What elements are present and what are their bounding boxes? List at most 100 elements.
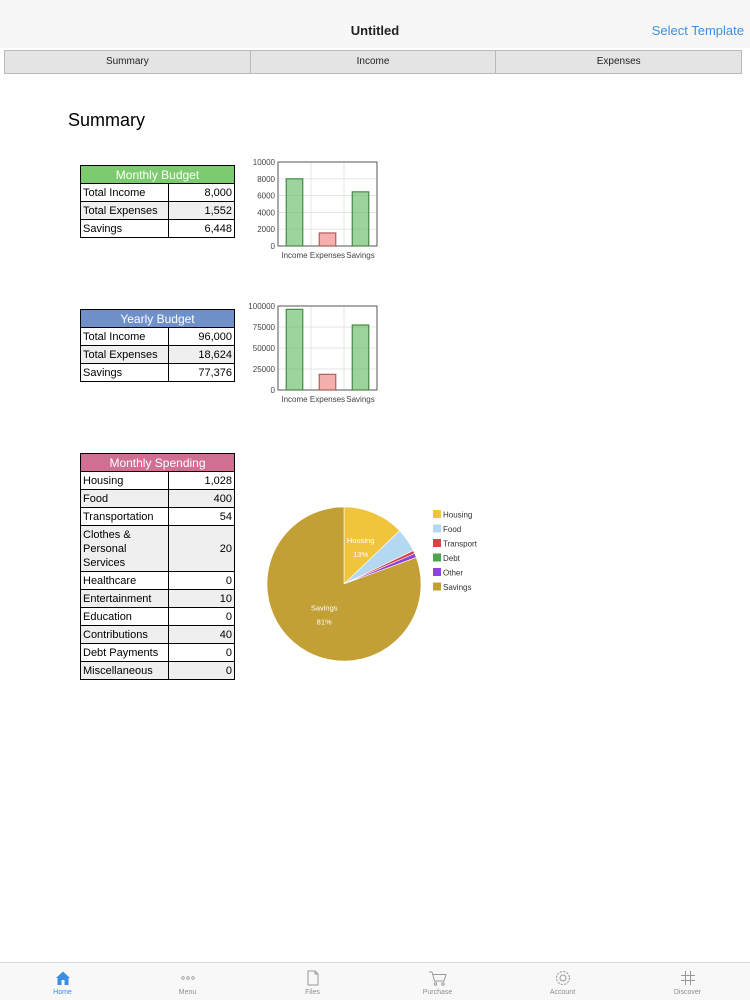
cell-label[interactable]: Clothes & Personal Services xyxy=(80,525,169,572)
y-tick-label: 2000 xyxy=(257,225,275,234)
cell-label[interactable]: Entertainment xyxy=(80,589,169,608)
yearly-budget-chart[interactable]: 0 25000 50000 75000 100000 Income Expenses Savi… xyxy=(248,299,388,409)
y-tick-label: 100000 xyxy=(248,302,275,311)
y-tick-label: 6000 xyxy=(257,192,275,201)
cell-value[interactable]: 0 xyxy=(168,661,235,680)
cell-value[interactable]: 1,028 xyxy=(168,471,235,490)
cell-label[interactable]: Housing xyxy=(80,471,169,490)
y-tick-label: 0 xyxy=(271,386,276,395)
cell-label[interactable]: Total Expenses xyxy=(80,201,169,220)
legend-swatch xyxy=(433,568,441,576)
tab-bar-home[interactable]: Home xyxy=(0,963,125,1000)
cell-label[interactable]: Contributions xyxy=(80,625,169,644)
tab-bar-files[interactable]: Files xyxy=(250,963,375,1000)
home-icon xyxy=(0,968,125,988)
legend-entry: Food xyxy=(443,525,461,534)
bar-expenses xyxy=(318,373,337,391)
bar-income xyxy=(285,178,304,247)
x-tick-label: Income xyxy=(281,251,308,260)
pie-slice-percent: 81% xyxy=(317,617,332,626)
x-tick-label: Expenses xyxy=(310,395,345,404)
legend-entry: Other xyxy=(443,569,463,578)
bar-expenses xyxy=(318,232,337,247)
cell-value[interactable]: 18,624 xyxy=(168,345,235,364)
tab-bar-label: Files xyxy=(305,989,320,996)
cell-label[interactable]: Healthcare xyxy=(80,571,169,590)
cell-value[interactable]: 8,000 xyxy=(168,183,235,202)
bar-savings xyxy=(351,191,370,247)
cell-value[interactable]: 40 xyxy=(168,625,235,644)
legend-entry: Savings xyxy=(443,583,471,592)
select-template-button[interactable]: Select Template xyxy=(652,23,744,38)
yearly-budget-header[interactable]: Yearly Budget xyxy=(80,309,235,328)
legend-entry: Debt xyxy=(443,554,461,563)
x-tick-label: Savings xyxy=(346,251,374,260)
cell-label[interactable]: Transportation xyxy=(80,507,169,526)
pie-slice-percent: 13% xyxy=(353,550,368,559)
legend-entry: Transport xyxy=(443,540,478,549)
tab-bar-discover[interactable]: Discover xyxy=(625,963,750,1000)
cell-label[interactable]: Savings xyxy=(80,363,169,382)
document-title: Untitled xyxy=(350,23,400,38)
file-icon xyxy=(250,968,375,988)
cell-value[interactable]: 0 xyxy=(168,643,235,662)
cell-value[interactable]: 6,448 xyxy=(168,219,235,238)
y-tick-label: 10000 xyxy=(253,158,276,167)
y-tick-label: 50000 xyxy=(253,344,276,353)
legend-swatch xyxy=(433,553,441,562)
monthly-budget-table: Monthly Budget Total Income 8,000 Total … xyxy=(80,165,235,238)
legend-entry: Housing xyxy=(443,511,472,520)
tab-income[interactable]: Income xyxy=(249,51,496,73)
cell-label[interactable]: Food xyxy=(80,489,169,508)
cell-label[interactable]: Miscellaneous xyxy=(80,661,169,680)
monthly-budget-chart[interactable]: 0 2000 4000 6000 8000 10000 Income Expenses Savi… xyxy=(248,155,388,265)
hash-icon xyxy=(625,968,750,988)
pie-slice-label: Savings xyxy=(311,603,338,612)
legend-swatch xyxy=(433,510,441,518)
cart-icon xyxy=(375,968,500,988)
tab-summary[interactable]: Summary xyxy=(5,51,250,73)
tab-bar-account[interactable]: Account xyxy=(500,963,625,1000)
tab-bar-label: Discover xyxy=(673,989,702,996)
monthly-budget-header[interactable]: Monthly Budget xyxy=(80,165,235,184)
monthly-spending-pie-chart[interactable]: Housing 13% Savings 81% Housing Food Transport… xyxy=(260,500,500,670)
cell-value[interactable]: 400 xyxy=(168,489,235,508)
cell-value[interactable]: 10 xyxy=(168,589,235,608)
gear-icon xyxy=(500,968,625,988)
cell-value[interactable]: 20 xyxy=(168,525,235,572)
yearly-budget-table: Yearly Budget Total Income 96,000 Total … xyxy=(80,309,235,382)
tab-bar-label: Home xyxy=(53,989,72,996)
tab-bar-purchase[interactable]: Purchase xyxy=(375,963,500,1000)
legend-swatch xyxy=(433,582,441,591)
cell-label[interactable]: Total Income xyxy=(80,327,169,346)
y-tick-label: 75000 xyxy=(253,323,276,332)
cell-value[interactable]: 0 xyxy=(168,571,235,590)
cell-label[interactable]: Debt Payments xyxy=(80,643,169,662)
cell-value[interactable]: 54 xyxy=(168,507,235,526)
y-tick-label: 0 xyxy=(271,242,276,251)
cell-label[interactable]: Savings xyxy=(80,219,169,238)
x-tick-label: Savings xyxy=(346,395,374,404)
page-title: Summary xyxy=(68,110,146,130)
bar-income xyxy=(285,308,304,391)
y-tick-label: 8000 xyxy=(257,175,275,184)
monthly-spending-table: Monthly Spending Housing 1,028 Food 400 Tr… xyxy=(80,453,235,680)
x-tick-label: Income xyxy=(281,395,308,404)
monthly-spending-header[interactable]: Monthly Spending xyxy=(80,453,235,472)
cell-label[interactable]: Education xyxy=(80,607,169,626)
cell-label[interactable]: Total Expenses xyxy=(80,345,169,364)
tab-bar-menu[interactable]: Menu xyxy=(125,963,250,1000)
cell-value[interactable]: 77,376 xyxy=(168,363,235,382)
cell-value[interactable]: 96,000 xyxy=(168,327,235,346)
tab-bar-label: Menu xyxy=(178,989,197,996)
pie-slice-label: Housing xyxy=(347,536,375,545)
sheet-tabs: Summary Income Expenses xyxy=(4,50,742,74)
cell-value[interactable]: 1,552 xyxy=(168,201,235,220)
y-tick-label: 4000 xyxy=(257,208,275,217)
tab-expenses[interactable]: Expenses xyxy=(495,51,741,73)
navigation-bar: Untitled Select Template xyxy=(0,0,750,48)
cell-label[interactable]: Total Income xyxy=(80,183,169,202)
more-dots-icon xyxy=(125,968,250,988)
cell-value[interactable]: 0 xyxy=(168,607,235,626)
y-tick-label: 25000 xyxy=(253,365,276,374)
